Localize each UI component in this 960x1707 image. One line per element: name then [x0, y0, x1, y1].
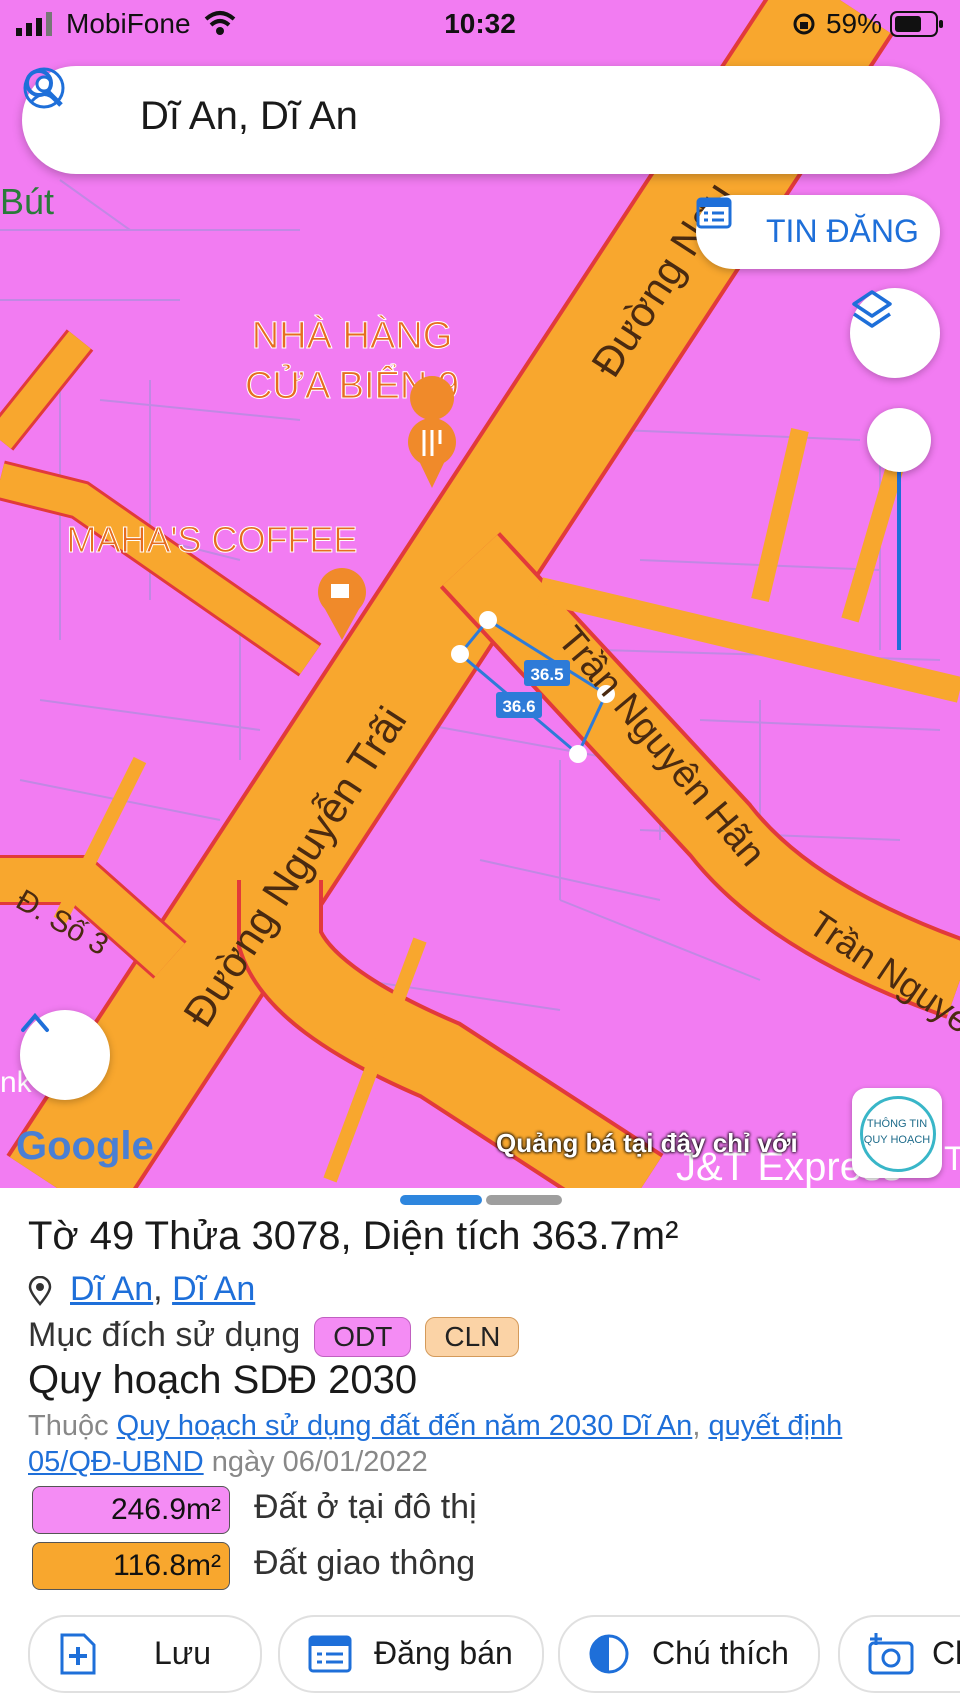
expand-up-button[interactable]: [20, 1010, 110, 1100]
purpose-tag-cln[interactable]: CLN: [425, 1317, 520, 1358]
plan-note: Thuộc Quy hoạch sử dụng đất đến năm 2030…: [28, 1408, 938, 1480]
purpose-tag-odt[interactable]: ODT: [314, 1317, 412, 1358]
parcel-info-sheet: Tờ 49 Thửa 3078, Diện tích 363.7m² Dĩ An…: [0, 1188, 960, 1707]
ad-banner-text[interactable]: Quảng bá tại đây chỉ với: [496, 1128, 798, 1159]
logo-text: QUY HOẠCH: [863, 1134, 931, 1146]
land-use-purpose: Mục đích sử dụng ODT CLN: [28, 1316, 520, 1358]
logo-text: THÔNG TIN: [866, 1118, 928, 1130]
status-bar: MobiFone 10:32 59%: [0, 0, 960, 50]
map-canvas[interactable]: 36.5 36.6 NHÀ HÀNG CỬA BIỂN 9 MAHA'S COF…: [0, 0, 960, 1190]
calendar-list-icon: [308, 1635, 352, 1673]
planning-info-logo[interactable]: THÔNG TIN QUY HOẠCH: [852, 1088, 942, 1178]
map-fragment-label: T: [944, 1140, 960, 1178]
plan-note-prefix: Thuộc: [28, 1410, 109, 1442]
camera-add-icon: [868, 1633, 914, 1675]
area-label: Đất ở tại đô thị: [254, 1488, 477, 1526]
save-label: Lưu: [154, 1635, 212, 1671]
area-swatch: 116.8m²: [32, 1542, 230, 1590]
search-bar[interactable]: Dĩ An, Dĩ An: [22, 66, 940, 174]
measure-label: 36.6: [502, 697, 535, 716]
map-fragment-label: Bút: [0, 181, 54, 222]
area-label: Đất giao thông: [254, 1544, 476, 1582]
battery-icon: [890, 11, 943, 37]
calendar-list-icon: [696, 197, 732, 229]
parcel-vertex[interactable]: [451, 645, 469, 663]
parcel-title: Tờ 49 Thửa 3078, Diện tích 363.7m²: [28, 1214, 679, 1258]
poi-coffee-label: MAHA'S COFFEE: [67, 519, 358, 560]
map-view[interactable]: 36.5 36.6 NHÀ HÀNG CỬA BIỂN 9 MAHA'S COF…: [0, 0, 960, 1190]
area-swatch: 246.9m²: [32, 1486, 230, 1534]
tin-dang-label: TIN ĐĂNG: [766, 213, 919, 249]
save-button[interactable]: Lưu: [28, 1615, 262, 1693]
parcel-vertex[interactable]: [479, 611, 497, 629]
legend-label: Chú thích: [652, 1635, 789, 1671]
plan-title: Quy hoạch SDĐ 2030: [28, 1358, 418, 1402]
photo-label: Cl: [932, 1635, 960, 1671]
parcel-location: Dĩ An, Dĩ An: [28, 1270, 255, 1309]
contrast-icon: [589, 1634, 629, 1674]
purpose-label: Mục đích sử dụng: [28, 1316, 301, 1354]
poi-restaurant-label-1: NHÀ HÀNG: [252, 314, 453, 357]
parcel-vertex[interactable]: [569, 745, 587, 763]
post-sale-button[interactable]: Đăng bán: [278, 1615, 544, 1693]
location-pin-icon: [28, 1276, 52, 1306]
tin-dang-button[interactable]: TIN ĐĂNG: [696, 195, 940, 269]
plan-note-sep: ,: [692, 1410, 701, 1442]
search-icon[interactable]: [22, 66, 64, 108]
clock: 10:32: [444, 8, 516, 39]
layers-icon: [852, 290, 892, 328]
sheet-handle-secondary[interactable]: [486, 1195, 562, 1205]
layers-button[interactable]: [850, 288, 940, 378]
measure-label: 36.5: [530, 665, 563, 684]
rotation-lock-icon: [793, 13, 815, 35]
chevron-up-icon: [21, 1012, 49, 1032]
search-query[interactable]: Dĩ An, Dĩ An: [140, 94, 358, 139]
plan-note-date: ngày 06/01/2022: [211, 1446, 428, 1478]
area-value: 116.8m²: [113, 1549, 221, 1582]
photo-button[interactable]: Cl: [838, 1615, 960, 1693]
sheet-handle[interactable]: [400, 1195, 482, 1205]
plan-link[interactable]: Quy hoạch sử dụng đất đến năm 2030 Dĩ An: [117, 1410, 693, 1442]
location-link-city[interactable]: Dĩ An: [172, 1270, 255, 1308]
opacity-slider-handle[interactable]: [867, 408, 931, 472]
battery-percent: 59%: [825, 8, 882, 39]
post-sale-label: Đăng bán: [374, 1635, 513, 1671]
legend-button[interactable]: Chú thích: [558, 1615, 820, 1693]
location-link-ward[interactable]: Dĩ An: [70, 1270, 153, 1308]
area-value: 246.9m²: [110, 1493, 221, 1526]
google-logo: Google: [16, 1124, 154, 1168]
add-file-icon: [60, 1633, 96, 1675]
